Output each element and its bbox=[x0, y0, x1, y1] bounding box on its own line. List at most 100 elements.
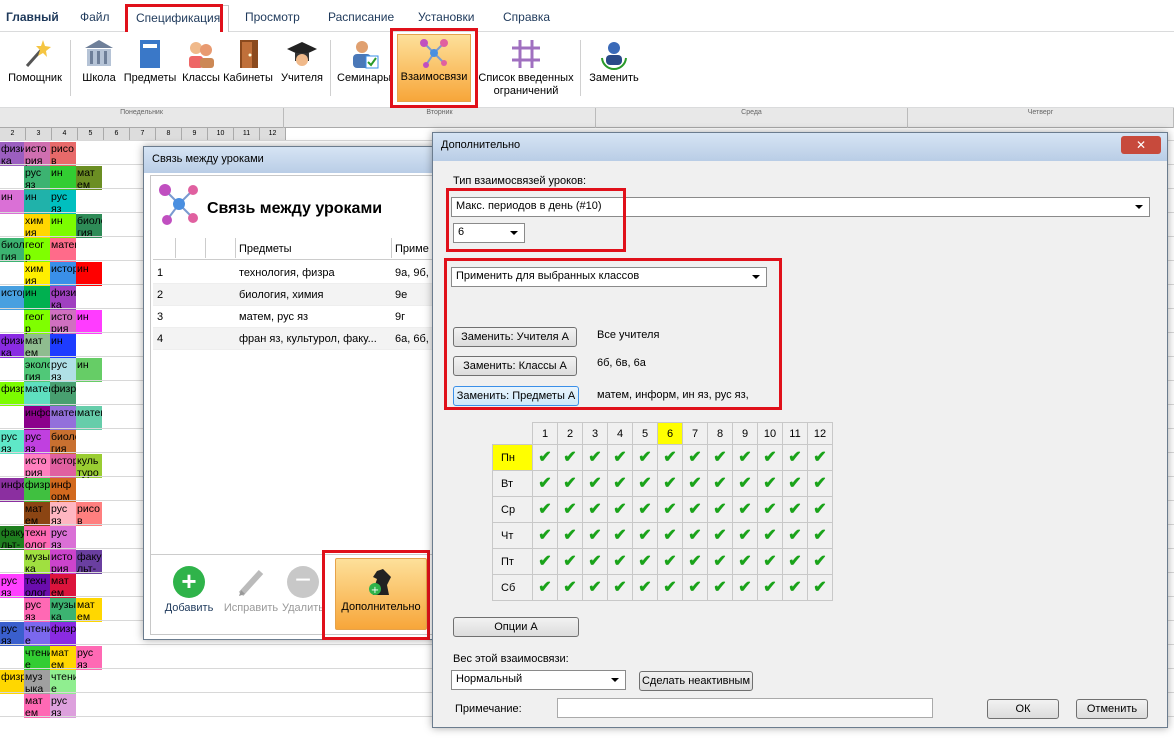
lesson-cell[interactable]: техн олог bbox=[24, 574, 50, 598]
lesson-cell[interactable]: мат ем bbox=[50, 646, 76, 670]
period-cell[interactable]: ✔ bbox=[557, 522, 583, 549]
lesson-cell[interactable]: матем bbox=[50, 406, 76, 430]
lesson-cell[interactable]: рус яз bbox=[50, 502, 76, 526]
period-cell[interactable]: ✔ bbox=[707, 522, 733, 549]
period-cell[interactable]: ✔ bbox=[557, 496, 583, 523]
period-cell[interactable]: ✔ bbox=[532, 522, 558, 549]
lesson-cell[interactable]: рус яз bbox=[24, 430, 50, 454]
period-cell[interactable]: ✔ bbox=[582, 496, 608, 523]
period-cell[interactable]: ✔ bbox=[682, 574, 708, 601]
notes-column-header[interactable]: Приме bbox=[395, 243, 429, 255]
period-cell[interactable]: ✔ bbox=[632, 444, 658, 471]
close-icon[interactable]: ✕ bbox=[1121, 136, 1161, 154]
period-cell[interactable]: ✔ bbox=[607, 470, 633, 497]
day-header[interactable]: Сб bbox=[492, 574, 533, 601]
lesson-cell[interactable]: мат ем bbox=[24, 334, 50, 358]
period-cell[interactable]: ✔ bbox=[582, 574, 608, 601]
lesson-cell[interactable]: факу льт- bbox=[76, 550, 102, 574]
cancel-button[interactable]: Отменить bbox=[1076, 699, 1148, 719]
school-button[interactable]: Школа bbox=[78, 36, 120, 104]
period-cell[interactable]: ✔ bbox=[657, 496, 683, 523]
day-header[interactable]: Пт bbox=[492, 548, 533, 575]
options-button[interactable]: Опции А bbox=[453, 617, 579, 637]
period-cell[interactable]: ✔ bbox=[632, 548, 658, 575]
subjects-column-header[interactable]: Предметы bbox=[239, 243, 292, 255]
teachers-button[interactable]: Учителя bbox=[278, 36, 326, 104]
period-cell[interactable]: ✔ bbox=[732, 496, 758, 523]
period-cell[interactable]: ✔ bbox=[682, 522, 708, 549]
lesson-cell[interactable]: хим ия bbox=[24, 262, 50, 286]
day-header[interactable]: Чт bbox=[492, 522, 533, 549]
link-row[interactable]: 4 фран яз, культурол, факу... 6а, 6б, bbox=[153, 328, 439, 350]
period-cell[interactable]: ✔ bbox=[757, 470, 783, 497]
period-cell[interactable]: ✔ bbox=[557, 574, 583, 601]
period-cell[interactable]: ✔ bbox=[582, 548, 608, 575]
period-cell[interactable]: ✔ bbox=[682, 470, 708, 497]
period-cell[interactable]: ✔ bbox=[782, 574, 808, 601]
period-cell[interactable]: ✔ bbox=[782, 522, 808, 549]
lesson-cell[interactable]: ин bbox=[50, 334, 76, 358]
period-cell[interactable]: ✔ bbox=[582, 470, 608, 497]
period-header[interactable]: 12 bbox=[807, 422, 833, 445]
period-cell[interactable]: ✔ bbox=[582, 522, 608, 549]
period-cell[interactable]: ✔ bbox=[732, 470, 758, 497]
menu-main[interactable]: Главный bbox=[6, 10, 59, 24]
period-cell[interactable]: ✔ bbox=[707, 470, 733, 497]
period-cell[interactable]: ✔ bbox=[782, 496, 808, 523]
period-header[interactable]: 1 bbox=[532, 422, 558, 445]
replace-button[interactable]: Заменить bbox=[586, 36, 642, 104]
lesson-cell[interactable]: история bbox=[50, 454, 76, 478]
lesson-cell[interactable]: мат ем bbox=[76, 166, 102, 190]
period-cell[interactable]: ✔ bbox=[632, 574, 658, 601]
lesson-cell[interactable]: эколо гия bbox=[24, 358, 50, 382]
lesson-cell[interactable]: исто рия bbox=[24, 454, 50, 478]
period-cell[interactable]: ✔ bbox=[757, 548, 783, 575]
lesson-cell[interactable]: рус яз bbox=[24, 598, 50, 622]
lesson-cell[interactable]: исто рия bbox=[50, 310, 76, 334]
ok-button[interactable]: ОК bbox=[987, 699, 1059, 719]
period-cell[interactable]: ✔ bbox=[807, 470, 833, 497]
lesson-cell[interactable]: ин bbox=[76, 310, 102, 334]
period-cell[interactable]: ✔ bbox=[557, 470, 583, 497]
lesson-cell[interactable]: матем bbox=[24, 382, 50, 406]
period-cell[interactable]: ✔ bbox=[757, 444, 783, 471]
menu-settings[interactable]: Установки bbox=[418, 10, 474, 24]
period-cell[interactable]: ✔ bbox=[782, 444, 808, 471]
period-cell[interactable]: ✔ bbox=[557, 548, 583, 575]
make-inactive-button[interactable]: Сделать неактивным bbox=[639, 671, 753, 691]
period-cell[interactable]: ✔ bbox=[607, 522, 633, 549]
period-cell[interactable]: ✔ bbox=[632, 470, 658, 497]
lesson-cell[interactable]: биоло гия bbox=[0, 238, 26, 262]
period-header[interactable]: 9 bbox=[732, 422, 758, 445]
period-cell[interactable]: ✔ bbox=[532, 444, 558, 471]
period-cell[interactable]: ✔ bbox=[582, 444, 608, 471]
period-header[interactable]: 7 bbox=[682, 422, 708, 445]
lesson-cell[interactable]: ин bbox=[50, 214, 76, 238]
period-cell[interactable]: ✔ bbox=[732, 548, 758, 575]
lesson-cell[interactable]: рус яз bbox=[50, 526, 76, 550]
period-header[interactable]: 6 bbox=[657, 422, 683, 445]
constraints-list-button[interactable]: Список введенных ограничений bbox=[476, 36, 576, 104]
lesson-cell[interactable]: физр bbox=[50, 382, 76, 406]
period-cell[interactable]: ✔ bbox=[607, 574, 633, 601]
lesson-cell[interactable]: история bbox=[0, 286, 26, 310]
add-button[interactable]: + Добавить bbox=[159, 562, 219, 614]
link-row[interactable]: 2 биология, химия 9е bbox=[153, 284, 439, 306]
lesson-cell[interactable]: мат ем bbox=[24, 502, 50, 526]
period-cell[interactable]: ✔ bbox=[632, 496, 658, 523]
period-header[interactable]: 4 bbox=[607, 422, 633, 445]
period-header[interactable]: 5 bbox=[632, 422, 658, 445]
period-cell[interactable]: ✔ bbox=[607, 444, 633, 471]
lesson-cell[interactable]: рус яз bbox=[24, 166, 50, 190]
lesson-cell[interactable]: физи ка bbox=[0, 334, 26, 358]
lesson-cell[interactable]: чтени е bbox=[24, 622, 50, 646]
lesson-cell[interactable]: рус яз bbox=[50, 190, 76, 214]
subjects-button[interactable]: Предметы bbox=[122, 36, 178, 104]
period-cell[interactable]: ✔ bbox=[707, 496, 733, 523]
period-cell[interactable]: ✔ bbox=[732, 444, 758, 471]
period-cell[interactable]: ✔ bbox=[632, 522, 658, 549]
period-header[interactable]: 10 bbox=[757, 422, 783, 445]
lesson-cell[interactable]: ин bbox=[24, 190, 50, 214]
lesson-cell[interactable]: рисо в bbox=[50, 142, 76, 166]
lesson-cell[interactable]: исто рия bbox=[24, 142, 50, 166]
